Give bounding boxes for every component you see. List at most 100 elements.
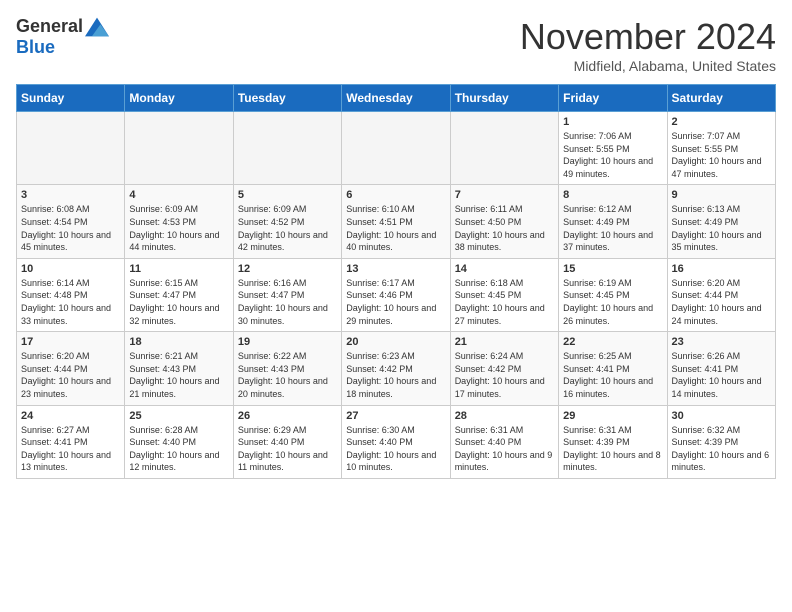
day-number: 14 (455, 263, 554, 275)
calendar-cell: 15 Sunrise: 6:19 AM Sunset: 4:45 PM Dayli… (559, 258, 667, 331)
day-number: 21 (455, 336, 554, 348)
day-info: Sunrise: 6:24 AM Sunset: 4:42 PM Dayligh… (455, 350, 554, 400)
calendar-cell: 6Sunrise: 6:10 AM Sunset: 4:51 PM Daylig… (342, 185, 450, 258)
calendar-cell: 5 Sunrise: 6:09 AM Sunset: 4:52 PM Daylig… (233, 185, 341, 258)
day-number: 8 (563, 189, 662, 201)
logo-blue-text: Blue (16, 37, 55, 58)
calendar-cell: 25Sunrise: 6:28 AM Sunset: 4:40 PM Dayli… (125, 405, 233, 478)
day-info: Sunrise: 6:31 AM Sunset: 4:39 PM Dayligh… (563, 424, 662, 474)
day-info: Sunrise: 6:25 AM Sunset: 4:41 PM Dayligh… (563, 350, 662, 400)
day-info: Sunrise: 6:21 AM Sunset: 4:43 PM Dayligh… (129, 350, 228, 400)
weekday-header-monday: Monday (125, 85, 233, 112)
calendar-week-row: 3 Sunrise: 6:08 AM Sunset: 4:54 PM Daylig… (17, 185, 776, 258)
day-info: Sunrise: 6:12 AM Sunset: 4:49 PM Dayligh… (563, 203, 662, 253)
day-number: 24 (21, 410, 120, 422)
day-info: Sunrise: 6:19 AM Sunset: 4:45 PM Dayligh… (563, 277, 662, 327)
day-number: 1 (563, 116, 662, 128)
calendar-cell (450, 112, 558, 185)
calendar-cell: 29Sunrise: 6:31 AM Sunset: 4:39 PM Dayli… (559, 405, 667, 478)
weekday-header-wednesday: Wednesday (342, 85, 450, 112)
day-number: 3 (21, 189, 120, 201)
day-number: 18 (129, 336, 228, 348)
day-number: 26 (238, 410, 337, 422)
calendar-cell: 14 Sunrise: 6:18 AM Sunset: 4:45 PM Dayli… (450, 258, 558, 331)
calendar-cell: 22Sunrise: 6:25 AM Sunset: 4:41 PM Dayli… (559, 332, 667, 405)
day-number: 13 (346, 263, 445, 275)
calendar-cell: 21 Sunrise: 6:24 AM Sunset: 4:42 PM Dayli… (450, 332, 558, 405)
day-info: Sunrise: 7:06 AM Sunset: 5:55 PM Dayligh… (563, 130, 662, 180)
day-info: Sunrise: 6:27 AM Sunset: 4:41 PM Dayligh… (21, 424, 120, 474)
day-info: Sunrise: 6:28 AM Sunset: 4:40 PM Dayligh… (129, 424, 228, 474)
calendar-cell: 4 Sunrise: 6:09 AM Sunset: 4:53 PM Daylig… (125, 185, 233, 258)
calendar-week-row: 10 Sunrise: 6:14 AM Sunset: 4:48 PM Dayli… (17, 258, 776, 331)
month-title: November 2024 (520, 16, 776, 58)
day-info: Sunrise: 6:18 AM Sunset: 4:45 PM Dayligh… (455, 277, 554, 327)
calendar-cell: 28 Sunrise: 6:31 AM Sunset: 4:40 PM Dayli… (450, 405, 558, 478)
calendar-week-row: 17 Sunrise: 6:20 AM Sunset: 4:44 PM Dayli… (17, 332, 776, 405)
weekday-header-row: SundayMondayTuesdayWednesdayThursdayFrid… (17, 85, 776, 112)
day-number: 9 (672, 189, 771, 201)
day-number: 2 (672, 116, 771, 128)
day-info: Sunrise: 6:17 AM Sunset: 4:46 PM Dayligh… (346, 277, 445, 327)
calendar-cell (342, 112, 450, 185)
day-info: Sunrise: 6:26 AM Sunset: 4:41 PM Dayligh… (672, 350, 771, 400)
calendar-cell: 8 Sunrise: 6:12 AM Sunset: 4:49 PM Daylig… (559, 185, 667, 258)
day-number: 15 (563, 263, 662, 275)
day-info: Sunrise: 6:11 AM Sunset: 4:50 PM Dayligh… (455, 203, 554, 253)
calendar-cell: 3 Sunrise: 6:08 AM Sunset: 4:54 PM Daylig… (17, 185, 125, 258)
day-info: Sunrise: 6:10 AM Sunset: 4:51 PM Dayligh… (346, 203, 445, 253)
weekday-header-sunday: Sunday (17, 85, 125, 112)
calendar-cell: 10 Sunrise: 6:14 AM Sunset: 4:48 PM Dayli… (17, 258, 125, 331)
day-info: Sunrise: 6:09 AM Sunset: 4:53 PM Dayligh… (129, 203, 228, 253)
day-info: Sunrise: 6:16 AM Sunset: 4:47 PM Dayligh… (238, 277, 337, 327)
day-info: Sunrise: 6:08 AM Sunset: 4:54 PM Dayligh… (21, 203, 120, 253)
calendar-cell: 16 Sunrise: 6:20 AM Sunset: 4:44 PM Dayli… (667, 258, 775, 331)
calendar-cell: 19 Sunrise: 6:22 AM Sunset: 4:43 PM Dayli… (233, 332, 341, 405)
title-area: November 2024 Midfield, Alabama, United … (520, 16, 776, 74)
weekday-header-tuesday: Tuesday (233, 85, 341, 112)
calendar-cell: 11 Sunrise: 6:15 AM Sunset: 4:47 PM Dayli… (125, 258, 233, 331)
calendar-cell: 9 Sunrise: 6:13 AM Sunset: 4:49 PM Daylig… (667, 185, 775, 258)
day-info: Sunrise: 6:23 AM Sunset: 4:42 PM Dayligh… (346, 350, 445, 400)
calendar-cell: 17 Sunrise: 6:20 AM Sunset: 4:44 PM Dayli… (17, 332, 125, 405)
day-info: Sunrise: 6:15 AM Sunset: 4:47 PM Dayligh… (129, 277, 228, 327)
day-number: 16 (672, 263, 771, 275)
day-number: 10 (21, 263, 120, 275)
day-number: 4 (129, 189, 228, 201)
day-number: 30 (672, 410, 771, 422)
day-info: Sunrise: 6:29 AM Sunset: 4:40 PM Dayligh… (238, 424, 337, 474)
calendar-cell: 26 Sunrise: 6:29 AM Sunset: 4:40 PM Dayli… (233, 405, 341, 478)
day-info: Sunrise: 6:32 AM Sunset: 4:39 PM Dayligh… (672, 424, 771, 474)
day-number: 17 (21, 336, 120, 348)
day-number: 5 (238, 189, 337, 201)
location-text: Midfield, Alabama, United States (520, 58, 776, 74)
calendar-cell: 13 Sunrise: 6:17 AM Sunset: 4:46 PM Dayli… (342, 258, 450, 331)
day-number: 12 (238, 263, 337, 275)
day-number: 11 (129, 263, 228, 275)
logo-general-text: General (16, 16, 83, 37)
day-info: Sunrise: 6:31 AM Sunset: 4:40 PM Dayligh… (455, 424, 554, 474)
day-info: Sunrise: 6:13 AM Sunset: 4:49 PM Dayligh… (672, 203, 771, 253)
day-info: Sunrise: 6:09 AM Sunset: 4:52 PM Dayligh… (238, 203, 337, 253)
day-number: 27 (346, 410, 445, 422)
logo-icon (85, 17, 109, 37)
day-number: 28 (455, 410, 554, 422)
calendar-week-row: 24 Sunrise: 6:27 AM Sunset: 4:41 PM Dayli… (17, 405, 776, 478)
day-number: 23 (672, 336, 771, 348)
calendar-cell: 30 Sunrise: 6:32 AM Sunset: 4:39 PM Dayli… (667, 405, 775, 478)
calendar-cell: 1 Sunrise: 7:06 AM Sunset: 5:55 PM Daylig… (559, 112, 667, 185)
weekday-header-friday: Friday (559, 85, 667, 112)
day-number: 19 (238, 336, 337, 348)
calendar-cell (233, 112, 341, 185)
calendar-cell: 12 Sunrise: 6:16 AM Sunset: 4:47 PM Dayli… (233, 258, 341, 331)
day-info: Sunrise: 6:20 AM Sunset: 4:44 PM Dayligh… (672, 277, 771, 327)
weekday-header-thursday: Thursday (450, 85, 558, 112)
day-info: Sunrise: 6:14 AM Sunset: 4:48 PM Dayligh… (21, 277, 120, 327)
calendar-cell: 18 Sunrise: 6:21 AM Sunset: 4:43 PM Dayli… (125, 332, 233, 405)
calendar-cell (125, 112, 233, 185)
weekday-header-saturday: Saturday (667, 85, 775, 112)
logo: General Blue (16, 16, 109, 58)
day-info: Sunrise: 6:22 AM Sunset: 4:43 PM Dayligh… (238, 350, 337, 400)
day-info: Sunrise: 6:20 AM Sunset: 4:44 PM Dayligh… (21, 350, 120, 400)
calendar-cell: 24 Sunrise: 6:27 AM Sunset: 4:41 PM Dayli… (17, 405, 125, 478)
